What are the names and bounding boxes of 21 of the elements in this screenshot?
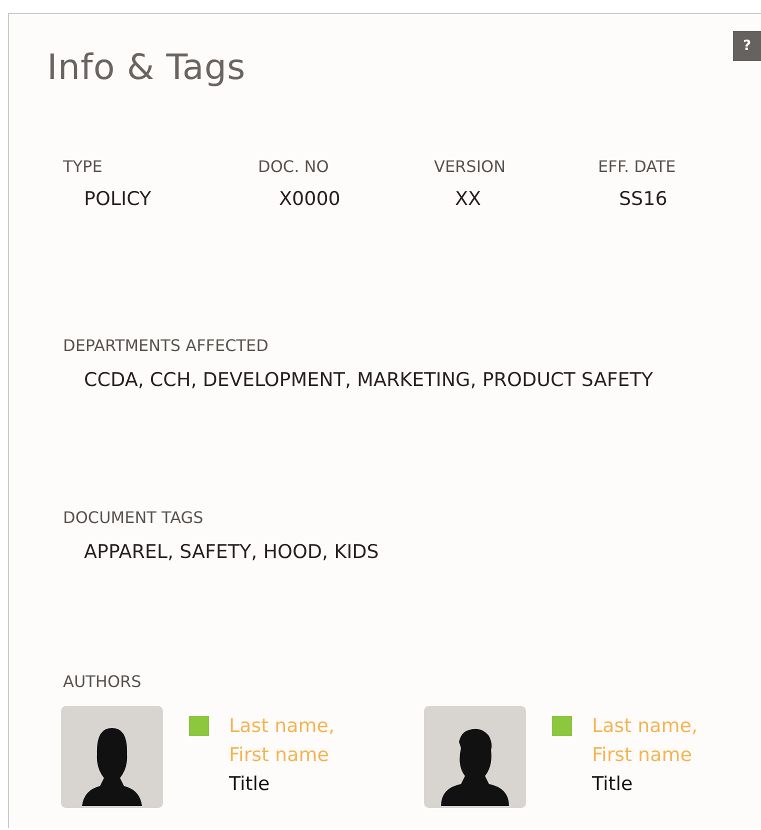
field-value: XX [454, 188, 482, 210]
help-button[interactable]: ? [733, 31, 761, 61]
field-label: DOC. NO [258, 157, 330, 176]
author-title: Title [592, 772, 634, 797]
avatar-icon [61, 706, 163, 808]
tags-value: APPAREL, SAFETY, HOOD, KIDS [83, 541, 379, 563]
panel-title: Info & Tags [47, 48, 246, 88]
author-title: Title [229, 772, 271, 797]
field-label: VERSION [434, 157, 507, 176]
authors-label: AUTHORS [63, 672, 142, 691]
departments-value: CCDA, CCH, DEVELOPMENT, MARKETING, PRODUCT SAFETY [83, 369, 653, 391]
author-name[interactable]: Last name, First name [229, 712, 349, 770]
avatar-icon [424, 706, 526, 808]
field-value: SS16 [618, 188, 668, 210]
departments-label: DEPARTMENTS AFFECTED [63, 336, 270, 355]
tags-label: DOCUMENT TAGS [63, 508, 204, 527]
field-label: EFF. DATE [598, 157, 677, 176]
author-name[interactable]: Last name, First name [592, 712, 712, 770]
field-label: TYPE [63, 157, 104, 176]
field-value: POLICY [83, 188, 152, 210]
field-value: X0000 [278, 188, 342, 210]
